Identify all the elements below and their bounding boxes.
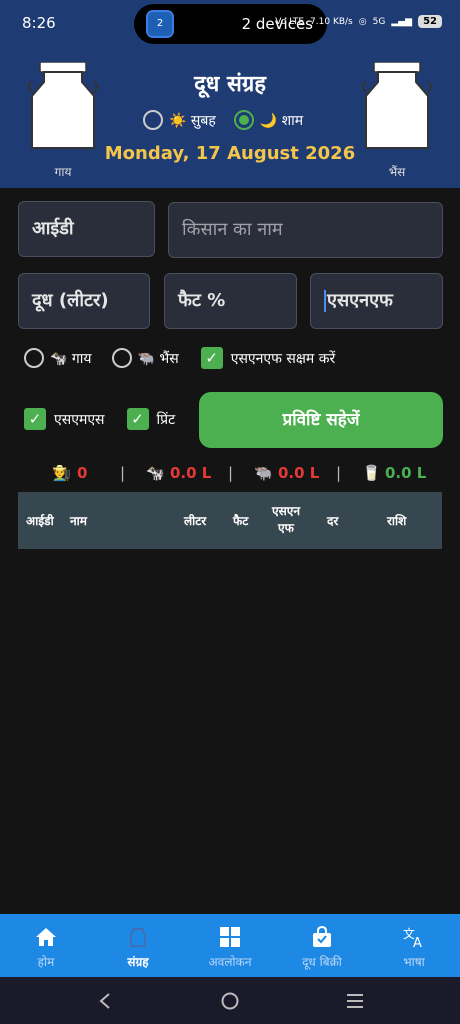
cow-total: 0.0 L bbox=[170, 464, 212, 482]
snf-field[interactable]: एसएनएफ bbox=[310, 273, 443, 329]
sms-label: एसएमएस bbox=[54, 411, 105, 428]
col-rate: दर bbox=[327, 514, 339, 528]
buffalo-milk-can-icon bbox=[362, 62, 432, 149]
col-name: नाम bbox=[70, 514, 87, 528]
nav-overview-label: अवलोकन bbox=[208, 955, 252, 969]
lte-icon: Vo LTE bbox=[275, 16, 305, 27]
broadcast-icon: 2 bbox=[146, 10, 174, 38]
status-icons: Vo LTE 7.10 KB/s ◎ 5G ▂▄▆ 52 bbox=[275, 15, 442, 28]
farmer-name-field[interactable]: किसान का नाम bbox=[168, 202, 443, 258]
status-time: 8:26 bbox=[22, 14, 56, 32]
nav-home[interactable]: होम bbox=[0, 914, 92, 977]
translate-icon: 文A bbox=[403, 926, 422, 949]
print-checkbox[interactable]: ✓ bbox=[126, 408, 149, 430]
app-header: गाय दूध संग्रह ☀️ सुबह 🌙 शाम Monday, 17 … bbox=[0, 46, 460, 188]
status-bar: 8:26 2 2 devices Vo LTE 7.10 KB/s ◎ 5G ▂… bbox=[0, 0, 460, 46]
hotspot-icon: ◎ bbox=[358, 16, 367, 27]
nav-milk-sale-label: दूध बिक्री bbox=[302, 955, 342, 969]
shopping-bag-icon bbox=[313, 925, 331, 947]
nav-collection[interactable]: संग्रह bbox=[92, 914, 184, 977]
col-liter: लीटर bbox=[184, 514, 207, 528]
buffalo-icon: 🐃 bbox=[254, 464, 273, 482]
morning-radio[interactable] bbox=[143, 110, 163, 130]
farmer-count: 0 bbox=[77, 464, 88, 482]
fat-field[interactable]: फैट % bbox=[164, 273, 297, 329]
snf-enable-label: एसएनएफ सक्षम करें bbox=[230, 350, 336, 367]
cow-radio[interactable] bbox=[24, 348, 44, 368]
options-row: ✓ एसएमएस ✓ प्रिंट bbox=[24, 408, 175, 430]
milk-liter-field[interactable]: दूध (लीटर) bbox=[18, 273, 150, 329]
back-icon[interactable] bbox=[97, 992, 113, 1010]
snf-field-label: एसएनएफ bbox=[327, 290, 393, 311]
recents-icon[interactable] bbox=[345, 992, 365, 1010]
buffalo-total: 0.0 L bbox=[278, 464, 320, 482]
collection-summary: 👨‍🌾 0 | 🐄 0.0 L | 🐃 0.0 L | 🥛 0.0 L bbox=[0, 464, 460, 486]
text-cursor bbox=[324, 290, 326, 312]
milk-total: 0.0 L bbox=[385, 464, 427, 482]
col-fat: फैट bbox=[233, 514, 249, 528]
collection-icon bbox=[130, 928, 146, 947]
evening-label: 🌙 शाम bbox=[259, 112, 304, 129]
network-speed: 7.10 KB/s bbox=[310, 16, 353, 27]
home-circle-icon[interactable] bbox=[220, 991, 240, 1011]
print-label: प्रिंट bbox=[156, 411, 176, 428]
summary-separator: | bbox=[120, 464, 126, 482]
farmer-icon: 👨‍🌾 bbox=[52, 464, 71, 482]
save-entry-button[interactable]: प्रविष्टि सहेजें bbox=[199, 392, 443, 448]
nav-overview[interactable]: अवलोकन bbox=[184, 914, 276, 977]
nav-language-label: भाषा bbox=[403, 955, 425, 969]
home-icon bbox=[36, 928, 56, 946]
id-field[interactable]: आईडी bbox=[18, 201, 155, 257]
signal-icon: 5G bbox=[372, 16, 386, 27]
snf-enable-checkbox[interactable]: ✓ bbox=[200, 347, 223, 369]
bottom-nav: होम संग्रह अवलोकन दूध बिक्री 文A भाषा bbox=[0, 914, 460, 977]
animal-type-row: 🐄 गाय 🐃 भैंस ✓ एसएनएफ सक्षम करें bbox=[24, 347, 335, 369]
col-id: आईडी bbox=[26, 514, 54, 528]
cow-icon: 🐄 bbox=[146, 464, 165, 482]
buffalo-option-label: 🐃 भैंस bbox=[137, 350, 179, 367]
signal-bars-icon: ▂▄▆ bbox=[391, 16, 413, 27]
summary-separator: | bbox=[336, 464, 342, 482]
nav-collection-label: संग्रह bbox=[127, 955, 149, 969]
buffalo-radio[interactable] bbox=[111, 348, 132, 368]
col-snf: एसएन एफ bbox=[271, 504, 301, 535]
svg-text:A: A bbox=[413, 936, 422, 949]
table-header: आईडी नाम लीटर फैट एसएन एफ दर राशि bbox=[18, 492, 442, 549]
cow-option-label: 🐄 गाय bbox=[50, 350, 92, 367]
morning-label: ☀️ सुबह bbox=[169, 112, 216, 129]
cow-label: गाय bbox=[54, 165, 72, 179]
nav-language[interactable]: 文A भाषा bbox=[368, 914, 460, 977]
system-nav-bar bbox=[0, 977, 460, 1024]
sms-checkbox[interactable]: ✓ bbox=[24, 408, 46, 430]
buffalo-label: भैंस bbox=[388, 165, 406, 179]
session-selector: ☀️ सुबह 🌙 शाम bbox=[143, 110, 303, 130]
col-amount: राशि bbox=[387, 514, 407, 528]
milk-glass-icon: 🥛 bbox=[362, 464, 381, 482]
nav-home-label: होम bbox=[37, 955, 55, 969]
summary-separator: | bbox=[228, 464, 234, 482]
nav-milk-sale[interactable]: दूध बिक्री bbox=[276, 914, 368, 977]
battery-icon: 52 bbox=[418, 15, 442, 28]
grid-icon bbox=[220, 927, 240, 947]
evening-radio[interactable] bbox=[233, 110, 254, 130]
table-body bbox=[18, 549, 442, 909]
